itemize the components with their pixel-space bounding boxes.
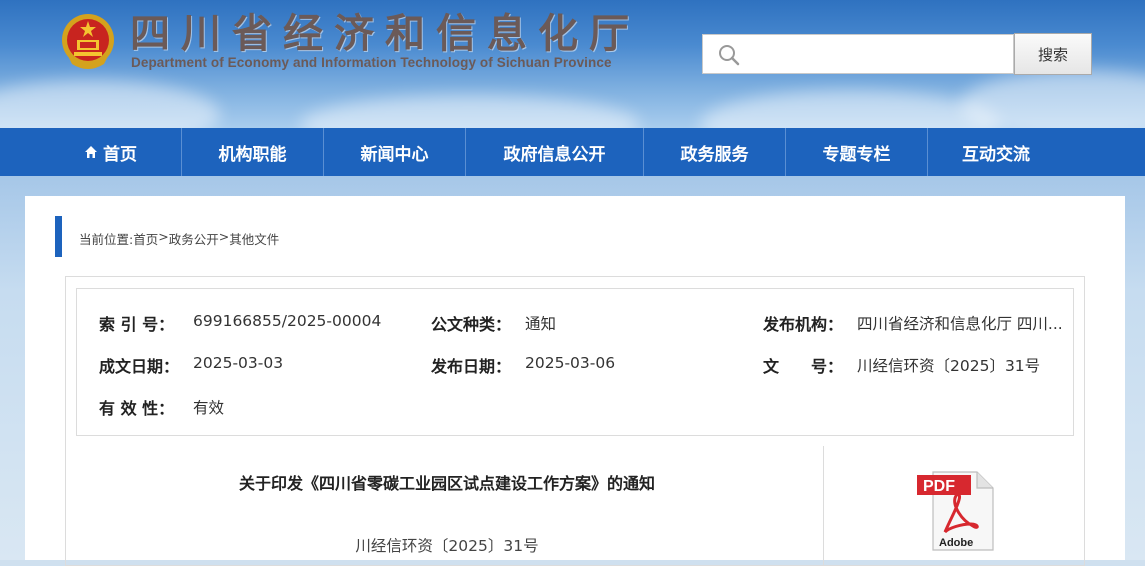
nav-item-label: 机构职能	[218, 144, 287, 165]
nav-item-organization[interactable]: 机构职能	[182, 128, 324, 176]
breadcrumb-separator: >	[218, 229, 230, 244]
publisher-value: 四川省经济和信息化厅 四川...	[857, 315, 1063, 333]
nav-item-label: 政务服务	[680, 144, 749, 165]
breadcrumb-accent	[55, 216, 62, 257]
published-date-value: 2025-03-06	[525, 354, 616, 372]
search-box	[702, 34, 1014, 74]
published-date-label: 发布日期：	[431, 357, 512, 376]
search-input[interactable]	[751, 41, 1010, 69]
breadcrumb-separator: >	[158, 229, 169, 244]
created-date-label: 成文日期：	[99, 357, 180, 376]
document-metadata: 索 引 号： 699166855/2025-00004 公文种类： 通知 发布机…	[76, 288, 1074, 436]
column-divider	[823, 446, 824, 566]
breadcrumb-prefix: 当前位置:	[79, 232, 134, 247]
nav-item-label: 政府信息公开	[503, 144, 606, 165]
doc-number-value: 川经信环资〔2025〕31号	[857, 357, 1041, 375]
breadcrumb-gov-affairs[interactable]: 政务公开	[169, 229, 219, 248]
nav-item-gov-info[interactable]: 政府信息公开	[466, 128, 644, 176]
nav-item-home[interactable]: 首页	[40, 128, 182, 176]
nav-item-news[interactable]: 新闻中心	[324, 128, 466, 176]
national-emblem-icon	[62, 14, 114, 69]
breadcrumb-home[interactable]: 首页	[133, 229, 158, 248]
created-date-value: 2025-03-03	[193, 354, 284, 372]
home-icon	[85, 146, 97, 158]
content-card: 当前位置: 首页 > 政务公开 > 其他文件 索 引 号： 699166855/…	[25, 196, 1125, 566]
breadcrumb-other-files[interactable]: 其他文件	[229, 229, 279, 248]
doc-number-label: 文 号：	[763, 357, 844, 376]
index-label: 索 引 号：	[99, 315, 175, 334]
search-button[interactable]: 搜索	[1014, 33, 1092, 75]
adobe-label: Adobe	[939, 537, 973, 549]
pdf-download-icon[interactable]: PDF Adobe	[915, 470, 997, 552]
publisher-label: 发布机构：	[763, 315, 844, 334]
type-value: 通知	[525, 315, 557, 333]
index-value: 699166855/2025-00004	[193, 312, 382, 330]
site-header: 四川省经济和信息化厅 Department of Economy and Inf…	[0, 0, 1145, 128]
nav-item-label: 新闻中心	[360, 144, 429, 165]
breadcrumb: 当前位置: 首页 > 政务公开 > 其他文件	[79, 229, 279, 248]
validity-label: 有 效 性：	[99, 399, 175, 418]
validity-value: 有效	[193, 399, 225, 417]
site-title: 四川省经济和信息化厅	[130, 10, 640, 57]
main-nav: 首页 机构职能 新闻中心 政府信息公开 政务服务 专题专栏 互动交流	[0, 128, 1145, 176]
nav-item-label: 首页	[103, 144, 137, 165]
document-title: 关于印发《四川省零碳工业园区试点建设工作方案》的通知	[238, 474, 655, 493]
type-label: 公文种类：	[431, 315, 512, 334]
document-number: 川经信环资〔2025〕31号	[355, 537, 539, 555]
search-icon	[719, 45, 740, 66]
nav-item-label: 专题专栏	[822, 144, 891, 165]
pdf-badge-text: PDF	[923, 478, 955, 495]
nav-item-label: 互动交流	[962, 144, 1030, 165]
nav-item-services[interactable]: 政务服务	[644, 128, 786, 176]
nav-item-topics[interactable]: 专题专栏	[786, 128, 928, 176]
site-subtitle: Department of Economy and Information Te…	[131, 55, 612, 70]
nav-item-interaction[interactable]: 互动交流	[928, 128, 1064, 176]
